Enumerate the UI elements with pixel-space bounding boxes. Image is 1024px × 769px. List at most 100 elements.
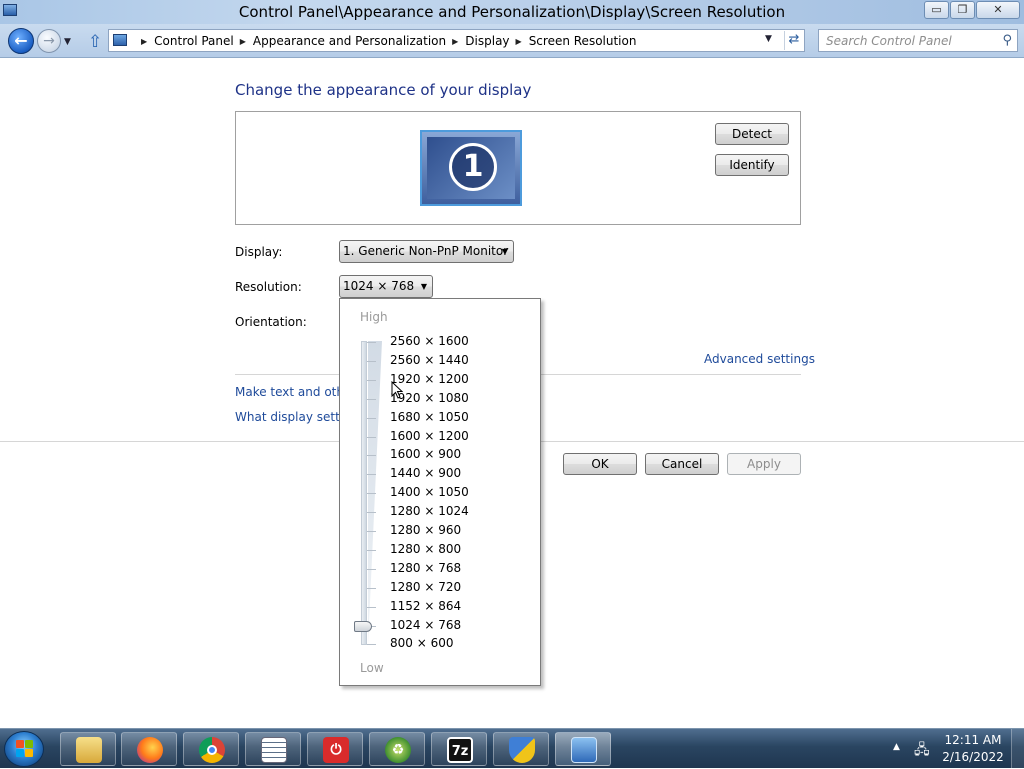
monitor-number: 1 [449, 143, 497, 191]
resolution-slider-thumb[interactable] [354, 620, 372, 632]
resolution-option[interactable]: 1280 × 800 [390, 542, 461, 556]
taskbar-security-center[interactable] [493, 732, 549, 766]
display-select[interactable]: 1. Generic Non-PnP Monitor ▼ [339, 240, 514, 263]
resolution-option[interactable]: 1280 × 960 [390, 523, 461, 537]
start-button[interactable] [4, 731, 44, 767]
chevron-right-icon[interactable]: ▶ [452, 37, 458, 46]
recycle-app-icon: ♻ [385, 737, 411, 763]
high-label: High [360, 310, 388, 324]
back-button[interactable]: ← [8, 28, 34, 54]
slider-tick [367, 398, 376, 400]
identify-button[interactable]: Identify [715, 154, 789, 176]
slider-tick [367, 512, 376, 514]
resolution-select[interactable]: 1024 × 768 ▼ [339, 275, 433, 298]
page-title: Change the appearance of your display [235, 81, 532, 99]
resolution-option[interactable]: 1280 × 1024 [390, 504, 469, 518]
breadcrumb: ▶ Control Panel ▶ Appearance and Personaliz… [135, 34, 636, 48]
control-panel-icon [113, 34, 127, 46]
resolution-label: Resolution: [235, 280, 302, 294]
minimize-button[interactable]: ▭ [924, 1, 949, 19]
search-icon[interactable]: ⚲ [1002, 33, 1012, 48]
resolution-value: 1024 × 768 [343, 279, 415, 293]
clock-date[interactable]: 2/16/2022 [940, 750, 1006, 764]
show-hidden-icons-icon[interactable]: ▲ [893, 742, 900, 752]
chevron-down-icon: ▼ [501, 247, 508, 256]
resolution-option[interactable]: 800 × 600 [390, 636, 454, 650]
breadcrumb-display[interactable]: Display [465, 34, 509, 48]
resolution-option[interactable]: 1152 × 864 [390, 599, 461, 613]
resolution-option[interactable]: 1680 × 1050 [390, 410, 469, 424]
slider-tick [367, 474, 376, 476]
apply-button[interactable]: Apply [727, 453, 801, 475]
taskbar-control-panel[interactable] [555, 732, 611, 766]
forward-button[interactable]: → [37, 29, 61, 53]
slider-tick [367, 531, 376, 532]
taskbar-7zip[interactable]: 7z [431, 732, 487, 766]
slider-tick [367, 644, 376, 646]
navigation-bar: ← → ▼ ⇧ ▶ Control Panel ▶ Appearance and Pe… [0, 24, 1024, 58]
display-label: Display: [235, 245, 283, 259]
slider-tick [367, 493, 376, 495]
taskbar: ⏻ ♻ 7z ▲ 🖧 12:11 AM 2/16/2022 [0, 728, 1024, 769]
windows-logo-icon [16, 740, 34, 758]
resolution-option[interactable]: 1600 × 900 [390, 447, 461, 461]
advanced-settings-link[interactable]: Advanced settings [704, 352, 815, 366]
address-dropdown-icon[interactable]: ▼ [765, 34, 772, 44]
orientation-label: Orientation: [235, 315, 307, 329]
network-icon[interactable]: 🖧 [914, 739, 930, 763]
security-shield-icon [509, 737, 535, 763]
file-explorer-icon [76, 737, 102, 763]
search-input[interactable]: Search Control Panel ⚲ [818, 29, 1018, 52]
slider-tick [367, 587, 376, 589]
breadcrumb-appearance[interactable]: Appearance and Personalization [253, 34, 446, 48]
detect-button[interactable]: Detect [715, 123, 789, 145]
taskbar-firefox[interactable] [121, 732, 177, 766]
clock-time[interactable]: 12:11 AM [940, 733, 1006, 747]
chevron-right-icon[interactable]: ▶ [240, 37, 246, 46]
recent-pages-dropdown-icon[interactable]: ▼ [64, 37, 71, 47]
taskbar-notepad[interactable] [245, 732, 301, 766]
taskbar-chrome[interactable] [183, 732, 239, 766]
notepad-list-icon [261, 737, 287, 763]
restore-button[interactable]: ❐ [950, 1, 975, 19]
slider-tick [367, 342, 376, 343]
title-bar: Control Panel\Appearance and Personaliza… [0, 0, 1024, 24]
taskbar-file-explorer[interactable] [60, 732, 116, 766]
resolution-option[interactable]: 1280 × 720 [390, 580, 461, 594]
power-app-icon: ⏻ [323, 737, 349, 763]
slider-tick [367, 549, 376, 551]
close-button[interactable]: ✕ [976, 1, 1020, 19]
resolution-option[interactable]: 2560 × 1600 [390, 334, 469, 348]
taskbar-power-app[interactable]: ⏻ [307, 732, 363, 766]
7zip-icon: 7z [447, 737, 473, 763]
taskbar-recycle-app[interactable]: ♻ [369, 732, 425, 766]
resolution-option[interactable]: 1280 × 768 [390, 561, 461, 575]
resolution-option[interactable]: 2560 × 1440 [390, 353, 469, 367]
resolution-dropdown: High 2560 × 1600 2560 × 1440 1920 × 1200 19… [339, 298, 541, 686]
resolution-option[interactable]: 1400 × 1050 [390, 485, 469, 499]
monitor-preview-panel: 1 Detect Identify [235, 111, 801, 225]
low-label: Low [360, 661, 384, 675]
up-arrow-icon[interactable]: ⇧ [88, 32, 102, 52]
window-title: Control Panel\Appearance and Personaliza… [238, 3, 786, 21]
breadcrumb-screen-resolution[interactable]: Screen Resolution [529, 34, 637, 48]
control-panel-icon [571, 737, 597, 763]
resolution-option[interactable]: 1440 × 900 [390, 466, 461, 480]
chevron-right-icon[interactable]: ▶ [141, 37, 147, 46]
firefox-icon [137, 737, 163, 763]
refresh-icon[interactable]: ⇄ [784, 31, 803, 50]
show-desktop-button[interactable] [1011, 729, 1024, 769]
monitor-1-icon[interactable]: 1 [420, 130, 522, 206]
cancel-button[interactable]: Cancel [645, 453, 719, 475]
slider-tick [367, 360, 376, 362]
resolution-option[interactable]: 1024 × 768 [390, 618, 461, 632]
chevron-right-icon[interactable]: ▶ [516, 37, 522, 46]
mouse-cursor-icon [391, 381, 403, 399]
breadcrumb-control-panel[interactable]: Control Panel [154, 34, 234, 48]
address-bar[interactable]: ▶ Control Panel ▶ Appearance and Personaliz… [108, 29, 805, 52]
slider-tick [367, 568, 376, 570]
ok-button[interactable]: OK [563, 453, 637, 475]
search-placeholder: Search Control Panel [826, 34, 952, 48]
slider-tick [367, 455, 376, 457]
resolution-option[interactable]: 1600 × 1200 [390, 429, 469, 443]
